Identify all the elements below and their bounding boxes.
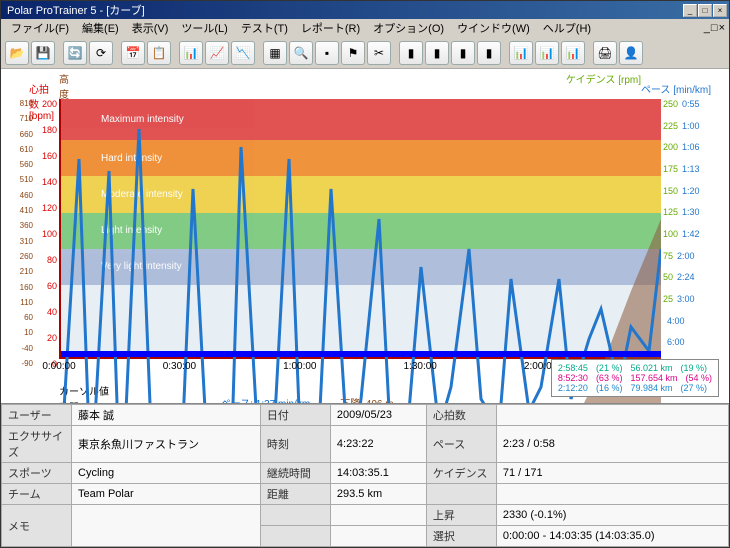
toolbar: 📂 💾 🔄 ⟳ 📅 📋 📊 📈 📉 ▦ 🔍 ▪ ⚑ ✂ ▮ ▮ ▮ ▮ 📊 📊 … xyxy=(1,37,729,69)
sync-icon[interactable]: ⟳ xyxy=(89,41,113,65)
close-button[interactable]: × xyxy=(713,4,727,17)
graph3-icon[interactable]: 📊 xyxy=(561,41,585,65)
chart3-icon[interactable]: 📉 xyxy=(231,41,255,65)
info-memo-value xyxy=(72,505,261,547)
mark-icon[interactable]: ▪ xyxy=(315,41,339,65)
bars4-icon[interactable]: ▮ xyxy=(477,41,501,65)
info-date-label: 日付 xyxy=(260,405,330,426)
menu-option[interactable]: オプション(O) xyxy=(367,19,450,37)
save-icon[interactable]: 💾 xyxy=(31,41,55,65)
bars3-icon[interactable]: ▮ xyxy=(451,41,475,65)
chart-area: 高度 [m] 心拍数[bpm] ケイデンス [rpm] ペース [min/km]… xyxy=(1,69,729,403)
info-table: ユーザー 藤本 誠 日付 2009/05/23 心拍数 エクササイズ 東京糸魚川… xyxy=(1,403,729,547)
info-team-value: Team Polar xyxy=(72,484,261,505)
speed-series xyxy=(61,351,661,357)
info-pace-label: ペース xyxy=(426,426,496,463)
cut-icon[interactable]: ✂ xyxy=(367,41,391,65)
info-hr-value xyxy=(496,405,728,426)
user-icon[interactable]: 👤 xyxy=(619,41,643,65)
refresh-icon[interactable]: 🔄 xyxy=(63,41,87,65)
pace-axis-label: ペース [min/km] xyxy=(641,81,711,96)
open-icon[interactable]: 📂 xyxy=(5,41,29,65)
menu-test[interactable]: テスト(T) xyxy=(235,19,294,37)
info-sel-label: 選択 xyxy=(426,526,496,547)
info-asc-value: 2330 (-0.1%) xyxy=(496,505,728,526)
graph1-icon[interactable]: 📊 xyxy=(509,41,533,65)
menu-report[interactable]: レポート(R) xyxy=(295,19,366,37)
info-sport-label: スポーツ xyxy=(2,463,72,484)
y-axis-right: 2500:552251:002001:061751:131501:201251:… xyxy=(663,99,723,359)
info-time-label: 時刻 xyxy=(260,426,330,463)
titlebar: Polar ProTrainer 5 - [カーブ] _ □ × xyxy=(1,1,729,19)
maximize-button[interactable]: □ xyxy=(698,4,712,17)
info-ex-label: エクササイズ xyxy=(2,426,72,463)
mdi-restore-button[interactable]: □ xyxy=(711,22,718,34)
zoom-icon[interactable]: 🔍 xyxy=(289,41,313,65)
info-sel-value: 0:00:00 - 14:03:35 (14:03:35.0) xyxy=(496,526,728,547)
info-asc-label: 上昇 xyxy=(426,505,496,526)
menu-window[interactable]: ウインドウ(W) xyxy=(451,19,536,37)
window-title: Polar ProTrainer 5 - [カーブ] xyxy=(3,2,683,18)
minimize-button[interactable]: _ xyxy=(683,4,697,17)
info-user-label: ユーザー xyxy=(2,405,72,426)
chart1-icon[interactable]: 📊 xyxy=(179,41,203,65)
info-ex-value: 東京糸魚川ファストラン xyxy=(72,426,261,463)
flag-icon[interactable]: ⚑ xyxy=(341,41,365,65)
chart2-icon[interactable]: 📈 xyxy=(205,41,229,65)
menu-edit[interactable]: 編集(E) xyxy=(76,19,125,37)
info-dist-label: 距離 xyxy=(260,484,330,505)
menubar: ファイル(F) 編集(E) 表示(V) ツール(L) テスト(T) レポート(R… xyxy=(1,19,729,37)
info-user-value: 藤本 誠 xyxy=(72,405,261,426)
info-team-label: チーム xyxy=(2,484,72,505)
mdi-close-button[interactable]: × xyxy=(719,22,725,34)
menu-file[interactable]: ファイル(F) xyxy=(5,19,75,37)
menu-view[interactable]: 表示(V) xyxy=(126,19,175,37)
chart-plot[interactable]: Maximum intensity Hard intensity Moderat… xyxy=(59,99,661,359)
info-dur-value: 14:03:35.1 xyxy=(330,463,426,484)
print-icon[interactable]: 🖨 xyxy=(593,41,617,65)
cadence-axis-label: ケイデンス [rpm] xyxy=(566,71,641,86)
info-cad-value: 71 / 171 xyxy=(496,463,728,484)
info-dist-value: 293.5 km xyxy=(330,484,426,505)
menu-tools[interactable]: ツール(L) xyxy=(175,19,233,37)
bars1-icon[interactable]: ▮ xyxy=(399,41,423,65)
y-axis-left: 2001801601401201008060402008107106606105… xyxy=(11,99,57,359)
grid-icon[interactable]: ▦ xyxy=(263,41,287,65)
info-memo-label: メモ xyxy=(2,505,72,547)
info-cad-label: ケイデンス xyxy=(426,463,496,484)
graph2-icon[interactable]: 📊 xyxy=(535,41,559,65)
legend-box: 2:58:45(21 %)56.021 km(19 %) 8:52:30(63 … xyxy=(551,359,719,397)
bars2-icon[interactable]: ▮ xyxy=(425,41,449,65)
info-hr-label: 心拍数 xyxy=(426,405,496,426)
info-date-value: 2009/05/23 xyxy=(330,405,426,426)
cadence-series xyxy=(61,99,661,403)
info-pace-value: 2:23 / 0:58 xyxy=(496,426,728,463)
menu-help[interactable]: ヘルプ(H) xyxy=(537,19,597,37)
calendar-icon[interactable]: 📅 xyxy=(121,41,145,65)
mdi-minimize-button[interactable]: _ xyxy=(704,22,710,34)
info-dur-label: 継続時間 xyxy=(260,463,330,484)
diary-icon[interactable]: 📋 xyxy=(147,41,171,65)
info-sport-value: Cycling xyxy=(72,463,261,484)
info-time-value: 4:23:22 xyxy=(330,426,426,463)
